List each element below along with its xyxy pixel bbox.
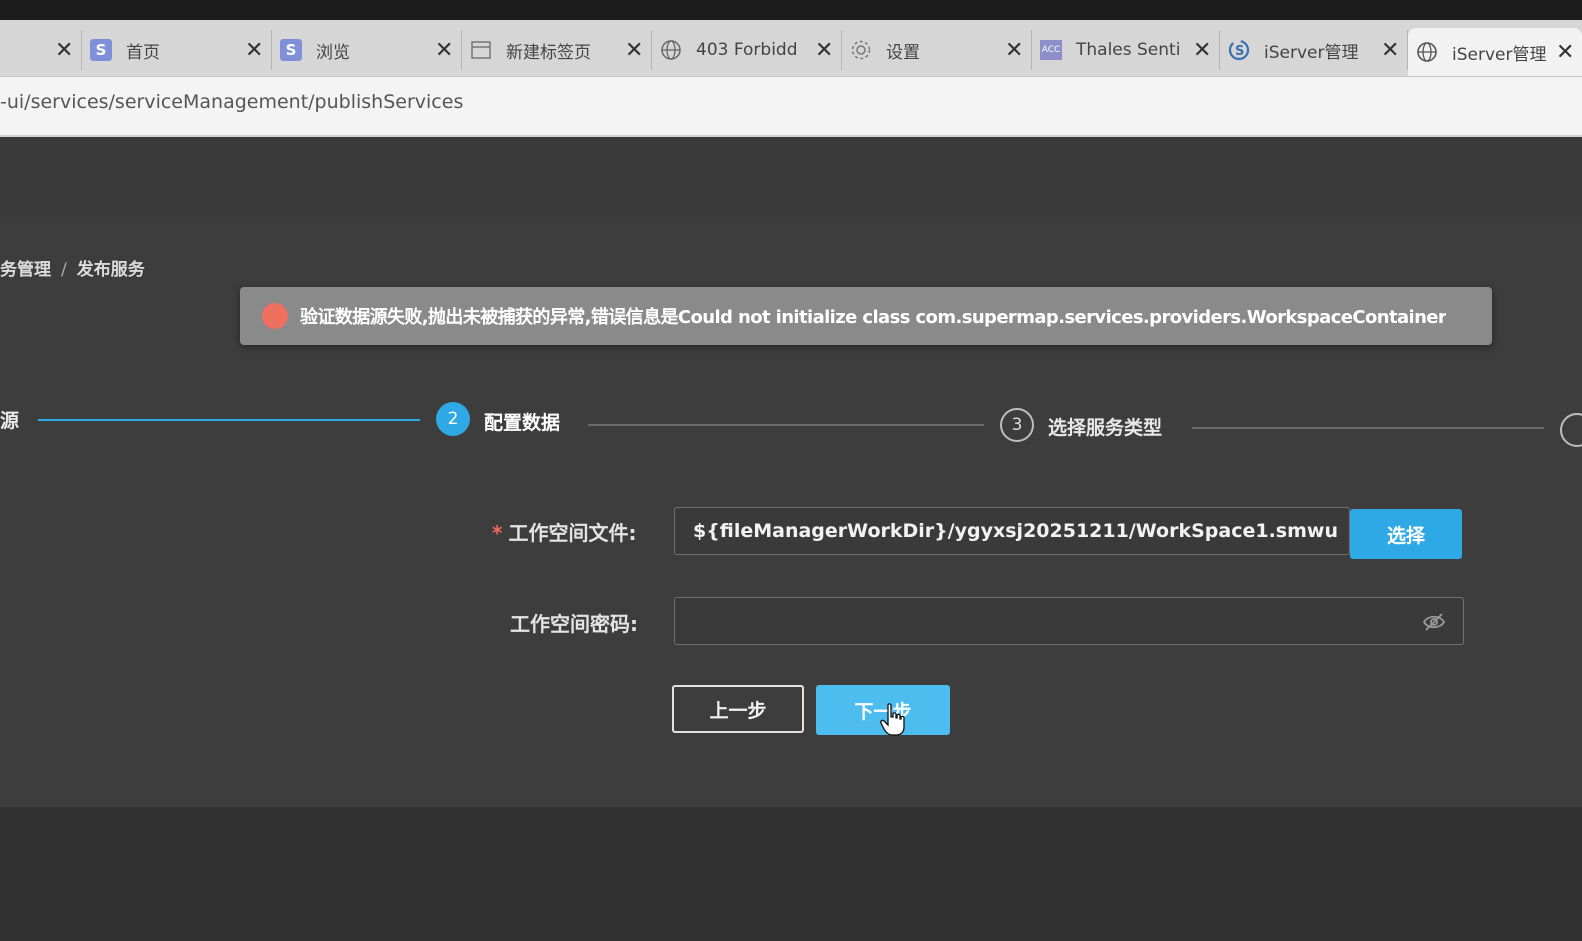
breadcrumb-separator: / <box>61 260 67 280</box>
tab-title: iServer管理 <box>1264 42 1359 63</box>
workspace-file-label-text: 工作空间文件: <box>508 521 637 545</box>
globe-icon <box>660 39 682 61</box>
gear-icon <box>850 39 872 61</box>
error-message: 验证数据源失败,抛出未被捕获的异常,错误信息是Could not initial… <box>300 307 1447 328</box>
error-icon <box>262 303 288 329</box>
acc-icon: ACC <box>1040 39 1062 61</box>
new-tab-icon <box>470 39 492 61</box>
address-bar[interactable]: -ui/services/serviceManagement/publishSe… <box>0 77 1582 137</box>
browser-tab-browse[interactable]: S 浏览 ✕ <box>272 30 462 70</box>
tab-title: Thales Senti <box>1076 40 1181 60</box>
breadcrumb: 务管理 / 发布服务 <box>0 255 145 280</box>
required-mark: * <box>492 521 503 545</box>
step-1-label: 源 <box>0 410 20 432</box>
page-content: 务管理 / 发布服务 验证数据源失败,抛出未被捕获的异常,错误信息是Could no… <box>0 137 1582 941</box>
s-logo-icon: S <box>90 39 112 61</box>
browser-tab-home[interactable]: S 首页 ✕ <box>82 30 272 70</box>
browser-tab-403[interactable]: 403 Forbidd ✕ <box>652 30 842 70</box>
s-logo-icon: S <box>280 39 302 61</box>
step-3-label: 选择服务类型 <box>1048 417 1163 439</box>
close-icon[interactable]: ✕ <box>1193 38 1211 63</box>
tab-title: 403 Forbidd <box>696 40 798 60</box>
breadcrumb-parent[interactable]: 务管理 <box>0 260 51 280</box>
tab-title: iServer管理 <box>1452 44 1547 65</box>
step-connector-done <box>38 419 420 421</box>
prev-step-button[interactable]: 上一步 <box>672 685 804 733</box>
browser-tab-thales[interactable]: ACC Thales Senti ✕ <box>1032 30 1220 70</box>
eye-off-icon[interactable] <box>1422 611 1446 633</box>
error-alert: 验证数据源失败,抛出未被捕获的异常,错误信息是Could not initial… <box>240 287 1492 345</box>
close-icon[interactable]: ✕ <box>55 38 73 63</box>
step-2-label: 配置数据 <box>484 412 561 434</box>
screen-top-bezel <box>0 0 1582 20</box>
breadcrumb-current: 发布服务 <box>76 260 145 280</box>
app-header <box>0 137 1582 217</box>
select-file-button[interactable]: 选择 <box>1350 509 1462 559</box>
acc-icon-text: ACC <box>1040 40 1062 60</box>
browser-tab-iserver[interactable]: S iServer管理 ✕ <box>1220 30 1408 70</box>
browser-tab[interactable]: ✕ <box>0 30 82 70</box>
svg-text:S: S <box>1235 44 1244 59</box>
close-icon[interactable]: ✕ <box>1381 38 1399 63</box>
close-icon[interactable]: ✕ <box>1556 40 1574 65</box>
step-connector-next <box>1192 427 1544 429</box>
workspace-file-value: ${fileManagerWorkDir}/ygyxsj20251211/Wor… <box>693 520 1338 542</box>
step-3-number: 3 <box>1011 415 1023 435</box>
close-icon[interactable]: ✕ <box>1005 38 1023 63</box>
close-icon[interactable]: ✕ <box>245 38 263 63</box>
close-icon[interactable]: ✕ <box>435 38 453 63</box>
step-connector-pending <box>588 424 984 426</box>
tab-title: 设置 <box>886 42 920 63</box>
workspace-password-input[interactable] <box>674 597 1464 645</box>
tab-title: 首页 <box>126 42 160 63</box>
step-3-circle: 3 <box>1000 408 1034 442</box>
browser-tab-iserver-active[interactable]: iServer管理 ✕ <box>1408 28 1582 76</box>
browser-tab-settings[interactable]: 设置 ✕ <box>842 30 1032 70</box>
iserver-logo-icon: S <box>1228 39 1250 61</box>
tab-title: 浏览 <box>316 42 350 63</box>
tab-title: 新建标签页 <box>506 42 591 63</box>
workspace-file-input[interactable]: ${fileManagerWorkDir}/ygyxsj20251211/Wor… <box>674 507 1350 555</box>
browser-tab-new[interactable]: 新建标签页 ✕ <box>462 30 652 70</box>
hand-cursor-icon <box>880 703 906 737</box>
url-text[interactable]: -ui/services/serviceManagement/publishSe… <box>0 91 463 113</box>
globe-icon <box>1416 41 1438 63</box>
step-2-circle: 2 <box>436 402 470 436</box>
close-icon[interactable]: ✕ <box>815 38 833 63</box>
browser-tab-strip: ✕ S 首页 ✕ S 浏览 ✕ 新建标签页 ✕ 403 Forbidd ✕ 设置… <box>0 20 1582 77</box>
workspace-file-label: * 工作空间文件: <box>492 517 636 546</box>
close-icon[interactable]: ✕ <box>625 38 643 63</box>
step-2-number: 2 <box>447 409 459 429</box>
workspace-password-label: 工作空间密码: <box>510 612 638 636</box>
